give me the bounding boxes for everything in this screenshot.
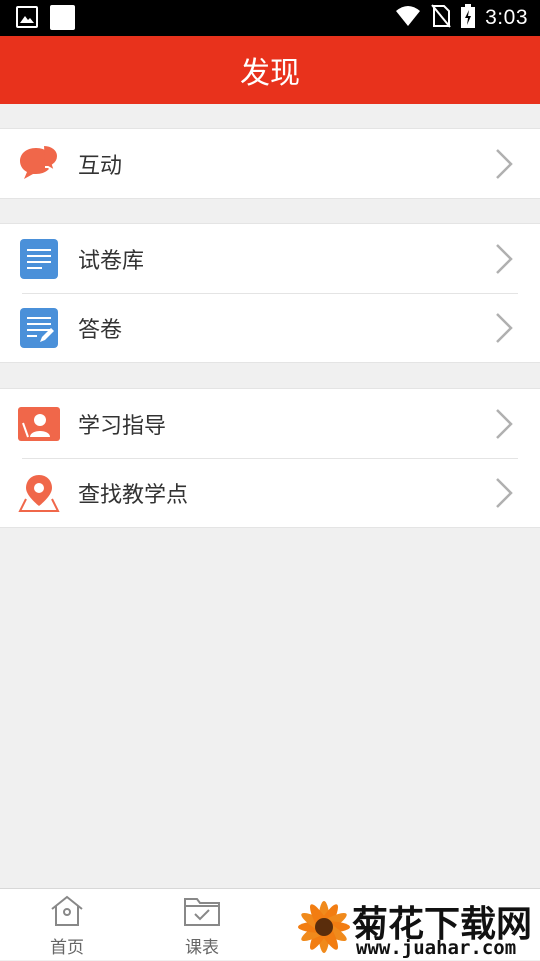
menu-item-study-guide[interactable]: 学习指导 [0, 389, 540, 458]
home-icon [49, 895, 85, 931]
status-time: 3:03 [485, 6, 528, 29]
location-pin-icon [18, 472, 60, 514]
menu-item-label: 学习指导 [78, 413, 167, 439]
menu-item-label: 试卷库 [78, 248, 145, 274]
document-icon [18, 238, 60, 280]
no-sim-icon [431, 4, 451, 32]
chat-bubbles-icon [18, 143, 60, 185]
menu-item-label: 查找教学点 [78, 482, 189, 508]
menu-item-label: 答卷 [78, 317, 123, 343]
app-header: 发现 [0, 36, 540, 104]
nav-home[interactable]: 首页 [27, 895, 107, 958]
nav-label: 首页 [50, 938, 84, 958]
schedule-folder-icon [183, 895, 221, 931]
chevron-right-icon [494, 476, 514, 510]
guide-person-icon [18, 403, 60, 445]
edit-document-icon [18, 307, 60, 349]
chevron-right-icon [494, 242, 514, 276]
chevron-right-icon [494, 311, 514, 345]
battery-charging-icon [461, 4, 476, 32]
square-notification-icon [50, 5, 75, 30]
watermark-url: www.juahar.com [356, 937, 517, 959]
chevron-right-icon [494, 147, 514, 181]
menu-item-exam-library[interactable]: 试卷库 [0, 224, 540, 293]
menu-group-interaction: 互动 [0, 128, 540, 199]
page-title: 发现 [240, 56, 300, 91]
menu-item-answer-sheet[interactable]: 答卷 [0, 293, 540, 362]
menu-group-exams: 试卷库 答卷 [0, 223, 540, 363]
watermark: 菊花下载网 www.juahar.com [292, 893, 540, 960]
menu-item-label: 互动 [78, 153, 123, 179]
menu-group-learning: 学习指导 查找教学点 [0, 388, 540, 528]
menu-item-interaction[interactable]: 互动 [0, 129, 540, 198]
wifi-icon [395, 5, 421, 31]
chevron-right-icon [494, 407, 514, 441]
nav-label: 课表 [185, 938, 219, 958]
image-icon [16, 6, 38, 28]
menu-item-find-teaching-point[interactable]: 查找教学点 [0, 458, 540, 527]
nav-schedule[interactable]: 课表 [162, 895, 242, 958]
status-bar: 3:03 [0, 0, 540, 36]
flower-icon [294, 897, 354, 957]
